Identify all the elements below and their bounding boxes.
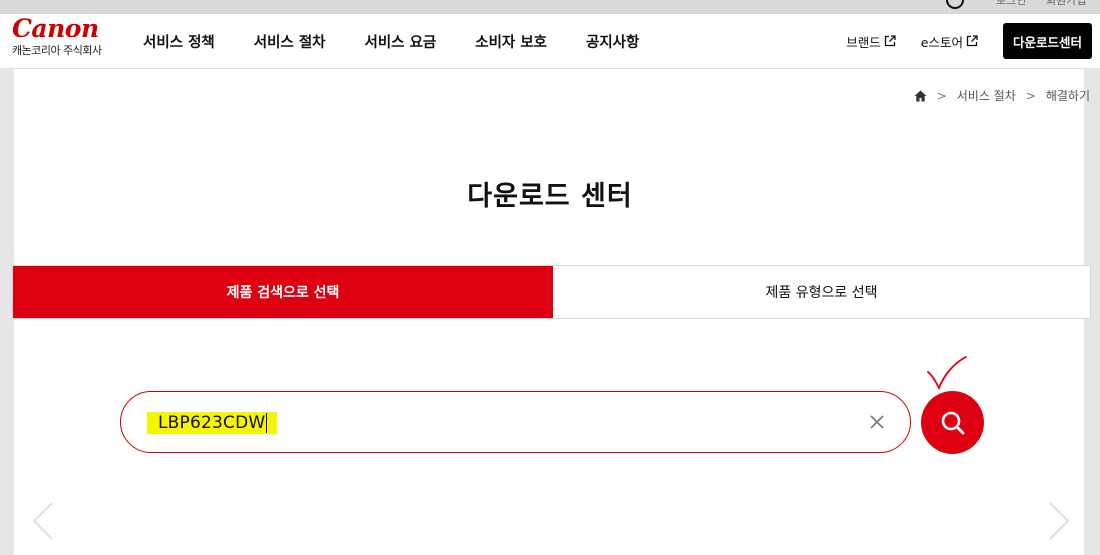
text-caret <box>266 413 268 433</box>
nav-consumer-protection[interactable]: 소비자 보호 <box>475 31 547 52</box>
search-icon[interactable] <box>946 0 964 9</box>
external-link-icon <box>884 35 896 47</box>
page-title: 다운로드 센터 <box>467 181 633 212</box>
checkmark-annotation-icon <box>927 356 967 391</box>
breadcrumb-current: 해결하기 <box>1045 89 1090 103</box>
chevron-right-icon: > <box>1025 88 1036 103</box>
external-link-icon <box>966 35 978 47</box>
nav-notice[interactable]: 공지사항 <box>586 31 639 52</box>
estore-label: e스토어 <box>920 34 963 50</box>
canon-logo[interactable]: Canon 캐논코리아 주식회사 <box>12 14 116 58</box>
main-nav: 서비스 정책 서비스 절차 서비스 요금 소비자 보호 공지사항 <box>143 31 678 52</box>
signup-link[interactable]: 회원가입 <box>1046 0 1086 8</box>
search-button[interactable] <box>921 391 984 454</box>
breadcrumb-item[interactable]: 서비스 절차 <box>957 87 1016 104</box>
company-name: 캐논코리아 주식회사 <box>12 44 102 57</box>
tab-product-type[interactable]: 제품 유형으로 선택 <box>553 266 1090 318</box>
breadcrumb: > 서비스 절차 > 해결하기 <box>914 87 1090 104</box>
brand-link[interactable]: 브랜드 <box>846 32 896 51</box>
right-nav: 브랜드 e스토어 다운로드센터 <box>846 23 1100 59</box>
login-link[interactable]: 로그인 <box>996 0 1026 8</box>
close-icon[interactable] <box>868 413 886 431</box>
chevron-right-icon: > <box>936 88 947 103</box>
brand-label: 브랜드 <box>846 34 881 50</box>
site-header: Canon 캐논코리아 주식회사 서비스 정책 서비스 절차 서비스 요금 소비… <box>0 14 1100 69</box>
search-value-wrap: LBP623CDW <box>147 412 278 434</box>
search-input[interactable]: LBP623CDW <box>120 391 911 453</box>
selection-tabs: 제품 검색으로 선택 제품 유형으로 선택 <box>12 265 1091 319</box>
search-icon <box>941 411 964 434</box>
chevron-right-icon[interactable] <box>1046 501 1072 541</box>
nav-service-procedure[interactable]: 서비스 절차 <box>254 31 326 52</box>
logo-wordmark: Canon <box>12 14 99 43</box>
home-icon[interactable] <box>914 90 927 102</box>
download-center-button[interactable]: 다운로드센터 <box>1003 23 1092 59</box>
tab-product-search[interactable]: 제품 검색으로 선택 <box>13 266 553 318</box>
utility-bar: 로그인 회원가입 <box>0 0 1100 14</box>
nav-service-fee[interactable]: 서비스 요금 <box>365 31 437 52</box>
estore-link[interactable]: e스토어 <box>921 32 978 51</box>
nav-service-policy[interactable]: 서비스 정책 <box>143 31 215 52</box>
search-value: LBP623CDW <box>147 412 278 434</box>
chevron-left-icon[interactable] <box>30 501 56 541</box>
page: Canon 캐논코리아 주식회사 서비스 정책 서비스 절차 서비스 요금 소비… <box>0 14 1100 555</box>
